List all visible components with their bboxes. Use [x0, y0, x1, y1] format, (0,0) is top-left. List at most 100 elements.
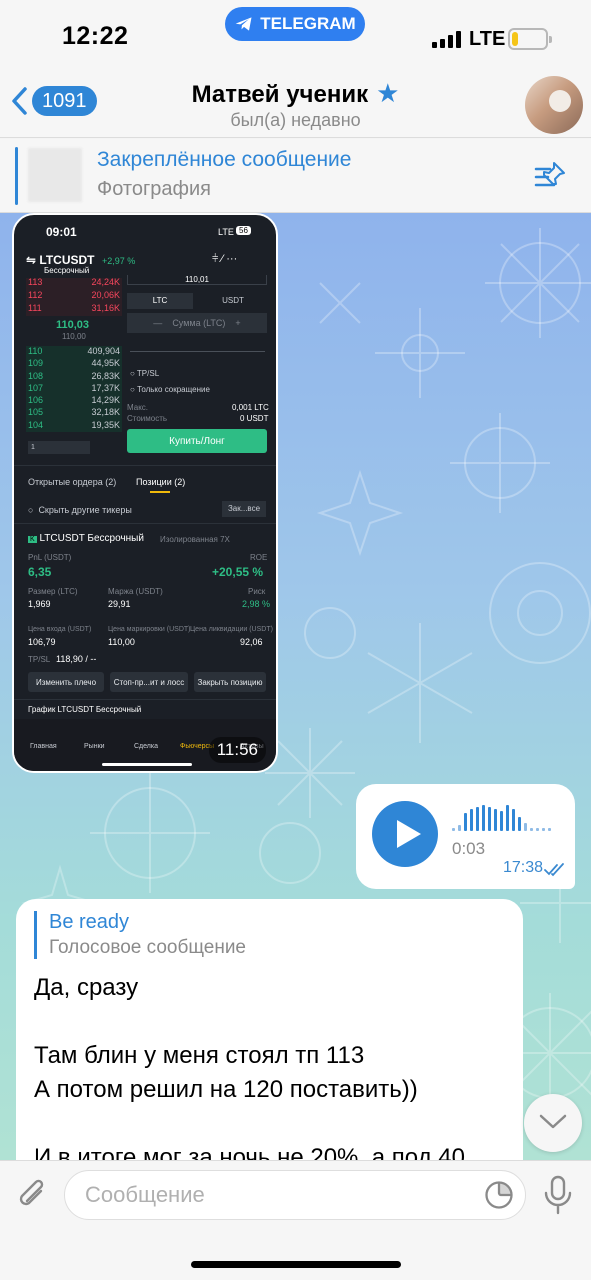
nav-markets: Рынки [84, 743, 105, 750]
roe-value: +20,55 % [212, 565, 264, 579]
tab-ltc: LTC [127, 293, 193, 309]
voice-message: 0:03 17:38 [356, 784, 575, 889]
app-pill-label: TELEGRAM [260, 14, 356, 33]
network-type: LTE [469, 28, 506, 50]
cost-value: 0 USDT [240, 414, 269, 423]
ask-row: 111 31,16K [28, 303, 120, 316]
max-label: Макс. [127, 403, 149, 412]
pinned-message-bar[interactable]: Закреплённое сообщение Фотография [0, 139, 591, 213]
bid-row: 104 19,35K [28, 420, 120, 432]
chat-title-text: Матвей ученик [191, 81, 369, 108]
symbol-title: ⇋ LTCUSDT [26, 253, 95, 267]
photo-message[interactable]: 09:01 LTE 56 ⇋ LTCUSDT +2,97 % Бессрочны… [12, 213, 278, 773]
signal-icon [432, 31, 461, 48]
ask-qty: 20,06K [91, 290, 120, 300]
stop-profit-loss-button: Стоп-пр...ит и лосс [110, 672, 188, 692]
phone-network: LTE [218, 227, 234, 237]
risk-label: Риск [248, 587, 266, 596]
message-line [34, 1107, 465, 1141]
risk-value: 2,98 % [242, 599, 271, 609]
bid-row: 105 32,18K [28, 407, 120, 419]
pnl-label: PnL (USDT) [28, 553, 72, 562]
battery-fill [512, 32, 519, 46]
amount-placeholder: Сумма (LTC) [172, 318, 226, 328]
reply-author: Be ready [49, 911, 130, 933]
roe-label: ROE [250, 553, 268, 562]
bid-qty: 409,904 [87, 346, 120, 356]
bid-row: 108 26,83K [28, 371, 120, 383]
bid-qty: 32,18K [91, 407, 120, 418]
bid-price: 109 [28, 358, 44, 369]
paperclip-icon[interactable] [16, 1177, 50, 1213]
amount-field: — Сумма (LTC) + [127, 313, 267, 333]
message-time: 17:38 [502, 859, 543, 876]
battery-icon [508, 28, 552, 50]
chat-status: был(а) недавно [230, 110, 361, 130]
entry-label: Цена входа (USDT) [28, 626, 92, 633]
bid-qty: 44,95K [91, 358, 120, 369]
ask-row: 112 20,06K [28, 290, 120, 303]
play-button[interactable] [372, 801, 438, 867]
text-message[interactable]: Be ready Голосовое сообщение Да, сразу Т… [16, 899, 523, 1160]
message-line [34, 1005, 465, 1039]
chat-title[interactable]: Матвей ученик ★ [0, 78, 591, 109]
margin-label: Маржа (USDT) [108, 587, 163, 596]
bid-price: 104 [28, 419, 44, 430]
tpsl-value: 118,90 / -- [56, 654, 97, 664]
bid-qty: 19,35K [91, 419, 120, 430]
star-icon: ★ [376, 78, 400, 108]
buy-long-button: Купить/Лонг [127, 429, 267, 453]
symbol-name: LTCUSDT [39, 253, 95, 267]
mark-label: Цена маркировки (USDT) [108, 626, 191, 633]
status-bar: 12:22 TELEGRAM LTE [0, 0, 591, 70]
message-text: Да, сразу Там блин у меня стоял тп 113 А… [34, 971, 465, 1160]
mid-price: 110,03 [56, 319, 90, 331]
chat-area[interactable]: 09:01 LTE 56 ⇋ LTCUSDT +2,97 % Бессрочны… [0, 213, 591, 1160]
tab-positions: Позиции (2) [136, 477, 186, 487]
scroll-down-button[interactable] [524, 1094, 582, 1152]
reply-quote[interactable]: Be ready Голосовое сообщение [34, 911, 246, 959]
screenshot-content: 09:01 LTE 56 ⇋ LTCUSDT +2,97 % Бессрочны… [14, 215, 276, 771]
message-input[interactable]: Сообщение [64, 1170, 526, 1220]
bid-price: 105 [28, 407, 44, 418]
cost-label: Стоимость [127, 414, 168, 423]
divider [14, 523, 276, 524]
microphone-icon[interactable] [543, 1175, 573, 1215]
option-tpsl-label: TP/SL [136, 369, 160, 378]
chat-header: 1091 Матвей ученик ★ был(а) недавно [0, 70, 591, 138]
avatar[interactable] [525, 76, 583, 134]
max-value: 0,001 LTC [232, 403, 269, 412]
return-to-app-pill[interactable]: TELEGRAM [225, 7, 365, 41]
pinned-indicator [15, 147, 18, 205]
voice-waveform[interactable] [452, 805, 551, 831]
size-value: 1,969 [28, 599, 51, 609]
price-field: 110,01 [127, 275, 267, 285]
nav-home: Главная [30, 743, 57, 750]
message-input-bar: Сообщение [0, 1160, 591, 1280]
pin-list-icon[interactable] [532, 159, 568, 193]
chart-label: График LTCUSDT Бессрочный [28, 705, 142, 714]
option-reduce-label: Только сокращение [137, 385, 210, 394]
pnl-value: 6,35 [28, 565, 52, 579]
divider [14, 465, 276, 466]
tab-open-orders: Открытые ордера (2) [28, 477, 117, 487]
change-leverage-button: Изменить плечо [28, 672, 104, 692]
bid-price: 107 [28, 382, 44, 393]
position-mode: Изолированная 7X [160, 535, 230, 544]
message-line: А потом решил на 120 поставить)) [34, 1076, 418, 1103]
liq-value: 92,06 [240, 637, 263, 647]
phone-battery: 56 [236, 226, 251, 235]
bid-qty: 17,37K [91, 382, 120, 393]
margin-value: 29,91 [108, 599, 131, 609]
sticker-icon[interactable] [484, 1180, 514, 1210]
tpsl-label: TP/SL [28, 655, 51, 664]
bid-price: 108 [28, 370, 44, 381]
asks-list: 113 24,24K 112 20,06K 111 31,16K [28, 277, 120, 316]
ask-qty: 24,24K [91, 277, 120, 287]
option-tpsl: ○ TP/SL [130, 369, 160, 378]
symbol-change: +2,97 % [102, 256, 136, 266]
divider [14, 699, 276, 700]
ask-qty: 31,16K [91, 303, 120, 313]
bid-qty: 14,29K [91, 395, 120, 406]
bid-qty: 26,83K [91, 370, 120, 381]
